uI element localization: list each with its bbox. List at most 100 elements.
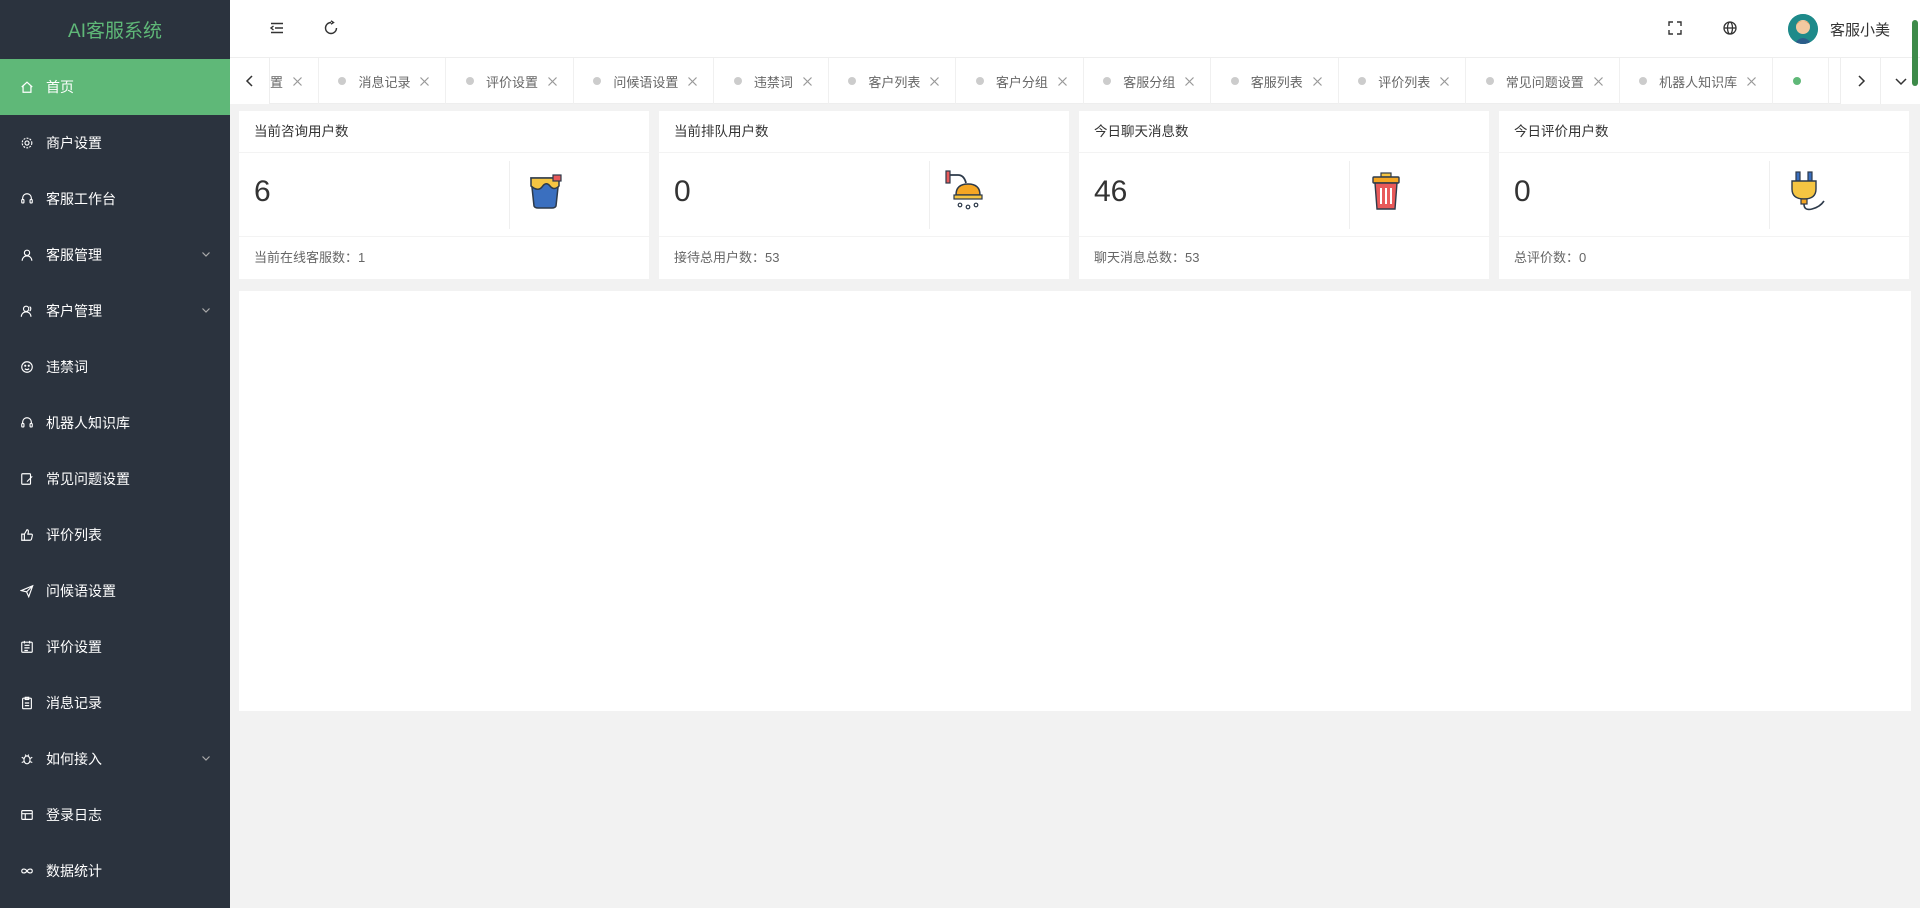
sidebar-item-home[interactable]: 首页 xyxy=(0,59,230,115)
close-icon[interactable] xyxy=(1312,76,1323,87)
sidebar-item-label: 问候语设置 xyxy=(46,583,116,599)
stat-card-consulting-users: 当前咨询用户数 6 当前在线客服数：1 xyxy=(239,111,649,279)
sidebar-item-label: 数据统计 xyxy=(46,863,102,879)
tab-item-active[interactable] xyxy=(1778,58,1829,104)
divider xyxy=(509,161,510,229)
tab-label: 机器人知识库 xyxy=(1659,74,1738,90)
close-icon[interactable] xyxy=(547,76,558,87)
card-title: 当前排队用户数 xyxy=(659,111,1069,153)
tab-item[interactable]: 问候语设置 xyxy=(578,58,715,104)
sidebar-item-data-statistics[interactable]: 数据统计 xyxy=(0,843,230,899)
card-footer: 聊天消息总数：53 xyxy=(1094,250,1200,265)
bug-icon xyxy=(20,752,34,766)
sidebar-item-label: 机器人知识库 xyxy=(46,415,130,431)
users-icon xyxy=(20,304,34,318)
card-body: 0 xyxy=(659,153,1069,237)
tab-label: 消息记录 xyxy=(358,74,411,90)
table-icon xyxy=(20,808,34,822)
chevron-down-icon xyxy=(202,756,210,761)
tab-item[interactable]: 机器人知识库 xyxy=(1624,58,1774,104)
tab-item[interactable]: 常见问题设置 xyxy=(1471,58,1620,104)
tab-scroll-left-button[interactable] xyxy=(230,58,270,104)
tab-status-dot xyxy=(338,77,347,85)
sidebar-item-label: 登录日志 xyxy=(46,807,102,823)
close-icon[interactable] xyxy=(419,76,430,87)
sidebar-item-label: 违禁词 xyxy=(46,359,88,375)
sidebar-item-review-settings[interactable]: 评价设置 xyxy=(0,619,230,675)
sidebar-item-greeting-settings[interactable]: 问候语设置 xyxy=(0,563,230,619)
list-icon xyxy=(20,640,34,654)
user-menu[interactable]: 客服小美 xyxy=(1787,14,1890,44)
main-content: 客服小美 置 消息记录 评价设置 问候语设置 违禁词 客户列表 客户分组 客服分… xyxy=(230,0,1920,908)
top-header: 客服小美 xyxy=(230,0,1920,57)
menu-collapse-icon[interactable] xyxy=(268,19,286,37)
home-icon xyxy=(20,80,34,94)
tab-item[interactable]: 置 xyxy=(270,58,320,104)
sidebar-item-agent-management[interactable]: 客服管理 xyxy=(0,227,230,283)
tab-bar: 置 消息记录 评价设置 问候语设置 违禁词 客户列表 客户分组 客服分组 客服列… xyxy=(230,57,1920,104)
tab-label: 常见问题设置 xyxy=(1505,74,1584,90)
sidebar-item-agent-workbench[interactable]: 客服工作台 xyxy=(0,171,230,227)
close-icon[interactable] xyxy=(1057,76,1068,87)
close-icon[interactable] xyxy=(1593,76,1604,87)
avatar xyxy=(1787,14,1818,44)
close-icon[interactable] xyxy=(1184,76,1195,87)
card-body: 6 xyxy=(239,153,649,237)
infinity-icon xyxy=(20,864,34,878)
paint-bucket-icon xyxy=(530,174,562,209)
tab-item[interactable]: 违禁词 xyxy=(719,58,829,104)
tab-scroll-right-button[interactable] xyxy=(1840,58,1880,104)
tab-label: 问候语设置 xyxy=(613,74,679,90)
sidebar-item-label: 客户管理 xyxy=(46,303,102,319)
edit-icon xyxy=(20,472,34,486)
tab-item[interactable]: 客户列表 xyxy=(833,58,957,104)
stat-card-queued-users: 当前排队用户数 0 接待总用户数：53 xyxy=(659,111,1069,279)
globe-icon[interactable] xyxy=(1721,19,1739,37)
sidebar-item-banned-words[interactable]: 违禁词 xyxy=(0,339,230,395)
tab-item[interactable]: 评价设置 xyxy=(451,58,574,104)
sidebar-item-label: 客服管理 xyxy=(46,247,102,263)
card-value: 0 xyxy=(674,175,691,208)
tab-label: 客户分组 xyxy=(995,74,1048,90)
sidebar-item-customer-management[interactable]: 客户管理 xyxy=(0,283,230,339)
sidebar-item-robot-knowledge[interactable]: 机器人知识库 xyxy=(0,395,230,451)
sidebar-item-faq-settings[interactable]: 常见问题设置 xyxy=(0,451,230,507)
trash-can-icon xyxy=(1372,172,1400,210)
close-icon[interactable] xyxy=(292,76,303,87)
sidebar-item-message-records[interactable]: 消息记录 xyxy=(0,675,230,731)
close-icon[interactable] xyxy=(802,76,813,87)
sidebar-item-login-log[interactable]: 登录日志 xyxy=(0,787,230,843)
card-value: 46 xyxy=(1094,175,1128,208)
tab-status-dot xyxy=(593,77,602,85)
content-panel xyxy=(239,291,1911,711)
stat-card-chat-messages: 今日聊天消息数 46 聊天消息总数：53 xyxy=(1079,111,1489,279)
tab-item[interactable]: 客户分组 xyxy=(961,58,1084,104)
card-value: 0 xyxy=(1514,175,1531,208)
fullscreen-icon[interactable] xyxy=(1666,19,1684,37)
sidebar-item-merchant-settings[interactable]: 商户设置 xyxy=(0,115,230,171)
scrollbar[interactable] xyxy=(1912,20,1918,86)
card-title: 当前咨询用户数 xyxy=(239,111,649,153)
close-icon[interactable] xyxy=(687,76,698,87)
clipboard-icon xyxy=(20,696,34,710)
tab-label: 客户列表 xyxy=(868,74,921,90)
shower-icon xyxy=(945,170,983,210)
tab-item[interactable]: 客服分组 xyxy=(1088,58,1212,104)
sidebar: AI客服系统 首页 商户设置 客服工作台 客服管理 客户管理 违禁词 机器人知识… xyxy=(0,0,230,908)
sidebar-item-label: 常见问题设置 xyxy=(46,471,130,487)
sidebar-item-review-list[interactable]: 评价列表 xyxy=(0,507,230,563)
sidebar-item-label: 首页 xyxy=(46,79,74,95)
refresh-icon[interactable] xyxy=(322,19,340,37)
tab-item[interactable]: 评价列表 xyxy=(1343,58,1467,104)
tab-item[interactable]: 客服列表 xyxy=(1216,58,1339,104)
plug-icon xyxy=(1791,171,1825,211)
divider xyxy=(929,161,930,229)
close-icon[interactable] xyxy=(929,76,940,87)
sidebar-item-how-to-integrate[interactable]: 如何接入 xyxy=(0,731,230,787)
chevron-right-icon xyxy=(1857,75,1865,87)
close-icon[interactable] xyxy=(1439,76,1450,87)
tab-item[interactable]: 消息记录 xyxy=(323,58,447,104)
sidebar-item-label: 客服工作台 xyxy=(46,191,116,207)
sidebar-item-label: 消息记录 xyxy=(46,695,102,711)
close-icon[interactable] xyxy=(1746,76,1757,87)
